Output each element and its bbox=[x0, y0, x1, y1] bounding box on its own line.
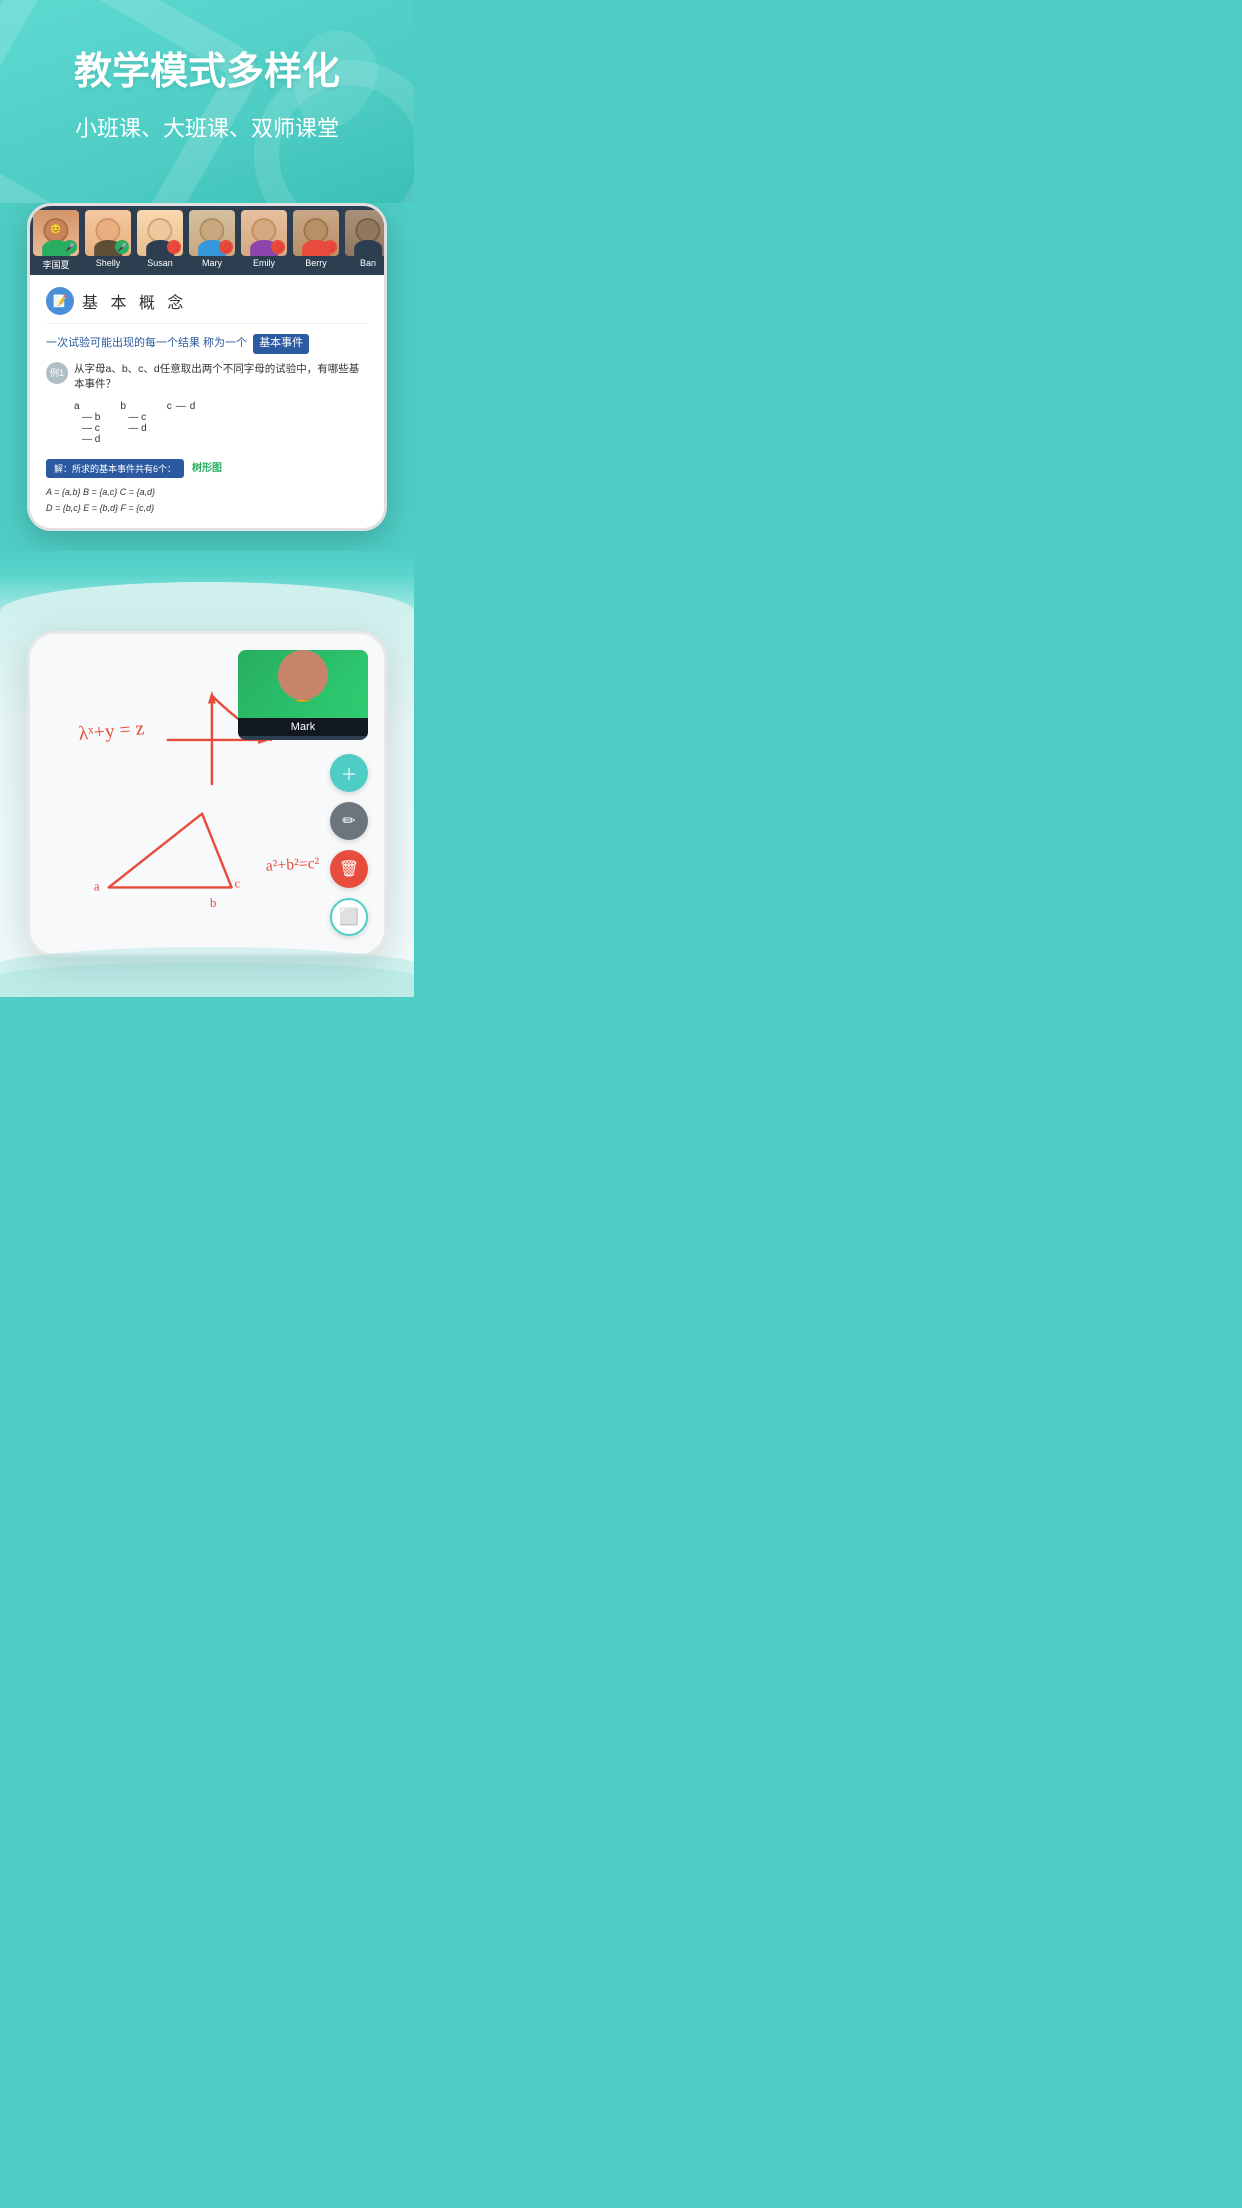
wave-shape bbox=[0, 582, 414, 612]
phone-mockup-2: λˣ+y = z a b c a²+b²=c² bbox=[27, 631, 387, 957]
add-icon: ＋ bbox=[341, 761, 357, 785]
answer-label: 解：所求的基本事件共有6个： bbox=[46, 459, 184, 478]
trash-icon: 🗑 bbox=[339, 859, 359, 879]
avatar-liguoxia: 😊 🎤 bbox=[33, 210, 79, 256]
formula-text: 一次试验可能出现的每一个结果 称为一个 bbox=[46, 337, 247, 349]
participant-name-4: Mary bbox=[202, 258, 222, 268]
set-line-2: D = {b,c} E = {b,d} F = {c,d} bbox=[46, 500, 368, 516]
participant-7: Ban bbox=[342, 210, 384, 271]
participant-6: 🚫 Berry bbox=[290, 210, 342, 271]
eraser-tool-button[interactable]: 🗑 bbox=[330, 850, 368, 888]
avatar-ban bbox=[345, 210, 384, 256]
tree-link: 树形图 bbox=[192, 459, 222, 474]
tree-diagrams: a — b — c — d b — c — d bbox=[74, 401, 368, 445]
mic-active-icon: 🎤 bbox=[63, 240, 77, 254]
question-row: 例1 从字母a、b、c、d任意取出两个不同字母的试验中，有哪些基本事件？ bbox=[46, 362, 368, 394]
participant-4: 🚫 Mary bbox=[186, 210, 238, 271]
person-photo-bg bbox=[238, 650, 368, 700]
mic-muted-icon-4: 🚫 bbox=[219, 240, 233, 254]
phone-mockup-1: 😊 🎤 李国夏 🎤 Shelly bbox=[27, 203, 387, 531]
question-number: 例1 bbox=[46, 362, 68, 384]
avatar-susan: 🚫 bbox=[137, 210, 183, 256]
avatar-emily: 🚫 bbox=[241, 210, 287, 256]
video-feed: 😊 Mark bbox=[238, 650, 368, 740]
mic-muted-icon-3: 🚫 bbox=[167, 240, 181, 254]
board-tool-button[interactable]: ⬜ bbox=[330, 898, 368, 936]
bottom-section: λˣ+y = z a b c a²+b²=c² bbox=[0, 611, 414, 997]
participant-name-3: Susan bbox=[147, 258, 173, 268]
mic-active-icon-2: 🎤 bbox=[115, 240, 129, 254]
content-area: 📝 基 本 概 念 一次试验可能出现的每一个结果 称为一个 基本事件 例1 从字… bbox=[30, 275, 384, 528]
tree-1: a — b — c — d bbox=[74, 401, 100, 445]
participant-name-6: Berry bbox=[305, 258, 327, 268]
participant-1: 😊 🎤 李国夏 bbox=[30, 210, 82, 271]
avatar-shelly: 🎤 bbox=[85, 210, 131, 256]
participant-name-7: Ban bbox=[360, 258, 376, 268]
pen-icon: ✏ bbox=[342, 811, 355, 831]
pen-tool-button[interactable]: ✏ bbox=[330, 802, 368, 840]
phone-mockup-1-container: 😊 🎤 李国夏 🎤 Shelly bbox=[0, 203, 414, 551]
toolbar-right: ＋ ✏ 🗑 ⬜ bbox=[330, 754, 368, 936]
hero-section: 教学模式多样化 小班课、大班课、双师课堂 bbox=[0, 0, 414, 203]
content-header: 📝 基 本 概 念 bbox=[46, 287, 368, 324]
avatar-mary: 🚫 bbox=[189, 210, 235, 256]
question-text: 从字母a、b、c、d任意取出两个不同字母的试验中，有哪些基本事件？ bbox=[74, 362, 368, 394]
mic-muted-icon-5: 🚫 bbox=[271, 240, 285, 254]
whiteboard-area: λˣ+y = z a b c a²+b²=c² bbox=[30, 634, 384, 954]
middle-section bbox=[0, 551, 414, 611]
sets-row: A = {a,b} B = {a,c} C = {a,d} D = {b,c} … bbox=[46, 484, 368, 516]
participant-name-2: Shelly bbox=[96, 258, 121, 268]
bottom-waves bbox=[0, 937, 414, 997]
answer-row: 解：所求的基本事件共有6个： 树形图 bbox=[46, 453, 368, 480]
mic-muted-icon-6: 🚫 bbox=[323, 240, 337, 254]
highlight-text: 基本事件 bbox=[253, 334, 309, 354]
add-tool-button[interactable]: ＋ bbox=[330, 754, 368, 792]
content-icon: 📝 bbox=[46, 287, 74, 315]
participant-5: 🚫 Emily bbox=[238, 210, 290, 271]
tree-3: c—d bbox=[167, 401, 196, 445]
participants-bar: 😊 🎤 李国夏 🎤 Shelly bbox=[30, 206, 384, 275]
video-name-bar: Mark bbox=[238, 718, 368, 736]
set-line-1: A = {a,b} B = {a,c} C = {a,d} bbox=[46, 484, 368, 500]
board-icon: ⬜ bbox=[339, 907, 359, 927]
participant-name-5: Emily bbox=[253, 258, 275, 268]
participant-name-1: 李国夏 bbox=[42, 258, 69, 271]
participant-2: 🎤 Shelly bbox=[82, 210, 134, 271]
sub-title: 小班课、大班课、双师课堂 bbox=[20, 111, 394, 143]
participant-3: 🚫 Susan bbox=[134, 210, 186, 271]
formula-line: 一次试验可能出现的每一个结果 称为一个 基本事件 bbox=[46, 334, 368, 354]
avatar-berry: 🚫 bbox=[293, 210, 339, 256]
wave-2 bbox=[0, 962, 414, 997]
content-section-title: 基 本 概 念 bbox=[82, 289, 187, 313]
tree-2: b — c — d bbox=[120, 401, 146, 445]
main-title: 教学模式多样化 bbox=[20, 40, 394, 95]
